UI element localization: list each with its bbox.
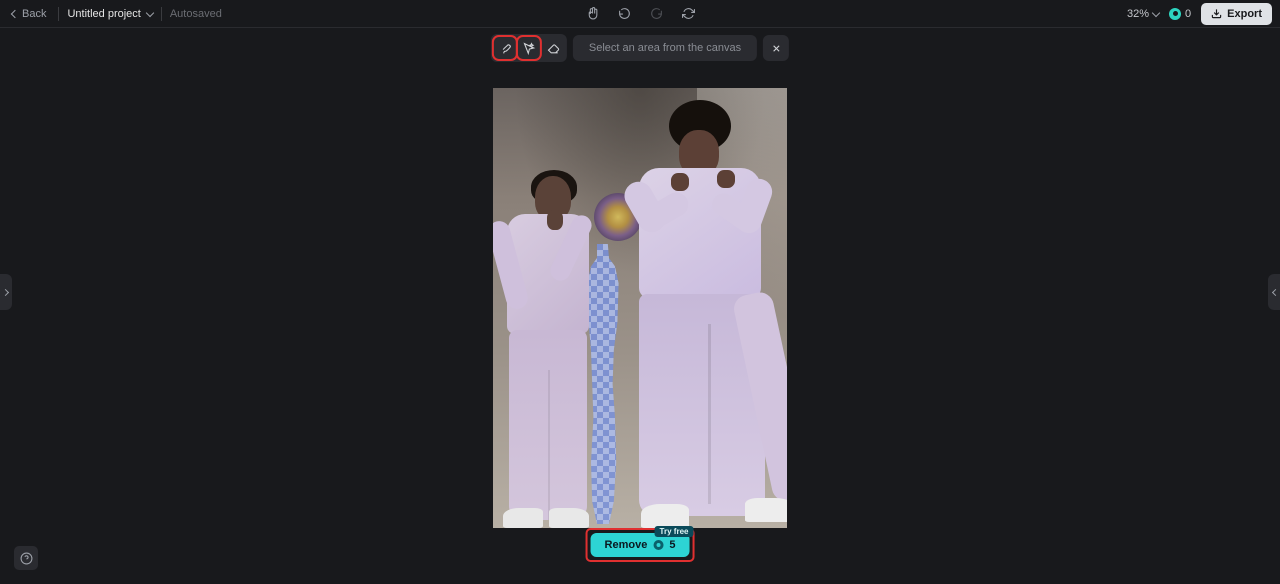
zoom-value: 32%: [1127, 8, 1149, 20]
back-label: Back: [22, 8, 46, 20]
close-tool-button[interactable]: [763, 35, 789, 61]
try-free-badge: Try free: [655, 526, 694, 537]
remove-action-highlight: Remove 5 Try free: [589, 531, 692, 559]
divider: [161, 7, 162, 21]
autosave-status: Autosaved: [170, 8, 222, 20]
download-icon: [1211, 8, 1222, 19]
credits-display[interactable]: 0: [1169, 8, 1191, 20]
export-label: Export: [1227, 8, 1262, 20]
credits-value: 0: [1185, 8, 1191, 20]
undo-icon: [618, 7, 631, 20]
credit-icon: [1169, 8, 1181, 20]
credit-icon: [653, 540, 663, 550]
zoom-dropdown[interactable]: 32%: [1127, 8, 1159, 20]
person-right: [621, 98, 786, 528]
cursor-sparkle-icon: [522, 42, 535, 55]
hand-icon: [586, 7, 599, 20]
auto-select-tool-button[interactable]: [519, 38, 539, 58]
help-icon: [20, 552, 33, 565]
tool-bar: Select an area from the canvas: [491, 34, 789, 62]
brush-icon: [498, 42, 511, 55]
divider: [58, 7, 59, 21]
redo-icon: [650, 7, 663, 20]
top-bar: Back Untitled project Autosaved 32%: [0, 0, 1280, 28]
person-left: [493, 158, 598, 528]
tool-group: [491, 34, 567, 62]
eraser-tool-button[interactable]: [543, 38, 563, 58]
close-icon: [771, 43, 782, 54]
chevron-right-icon: [1, 288, 8, 295]
chevron-left-icon: [1271, 288, 1278, 295]
top-bar-right: 32% 0 Export: [1127, 3, 1272, 25]
back-button[interactable]: Back: [8, 6, 50, 22]
eraser-icon: [546, 42, 559, 55]
refresh-button[interactable]: [680, 6, 696, 22]
remove-cost: 5: [669, 539, 675, 551]
remove-button[interactable]: Remove 5 Try free: [591, 533, 690, 557]
export-button[interactable]: Export: [1201, 3, 1272, 25]
project-name-dropdown[interactable]: Untitled project: [67, 8, 152, 20]
project-name-text: Untitled project: [67, 8, 140, 20]
chevron-left-icon: [11, 9, 19, 17]
undo-button[interactable]: [616, 6, 632, 22]
chevron-down-icon: [146, 8, 154, 16]
help-button[interactable]: [14, 546, 38, 570]
top-bar-center: [584, 6, 696, 22]
select-prompt: Select an area from the canvas: [573, 35, 757, 61]
chevron-down-icon: [1152, 8, 1160, 16]
canvas-image: [493, 88, 787, 528]
redo-button[interactable]: [648, 6, 664, 22]
brush-tool-button[interactable]: [495, 38, 515, 58]
left-panel-toggle[interactable]: [0, 274, 12, 310]
canvas[interactable]: [493, 88, 787, 528]
top-bar-left: Back Untitled project Autosaved: [8, 6, 222, 22]
remove-label: Remove: [605, 539, 648, 551]
refresh-icon: [682, 7, 695, 20]
right-panel-toggle[interactable]: [1268, 274, 1280, 310]
pan-tool-button[interactable]: [584, 6, 600, 22]
